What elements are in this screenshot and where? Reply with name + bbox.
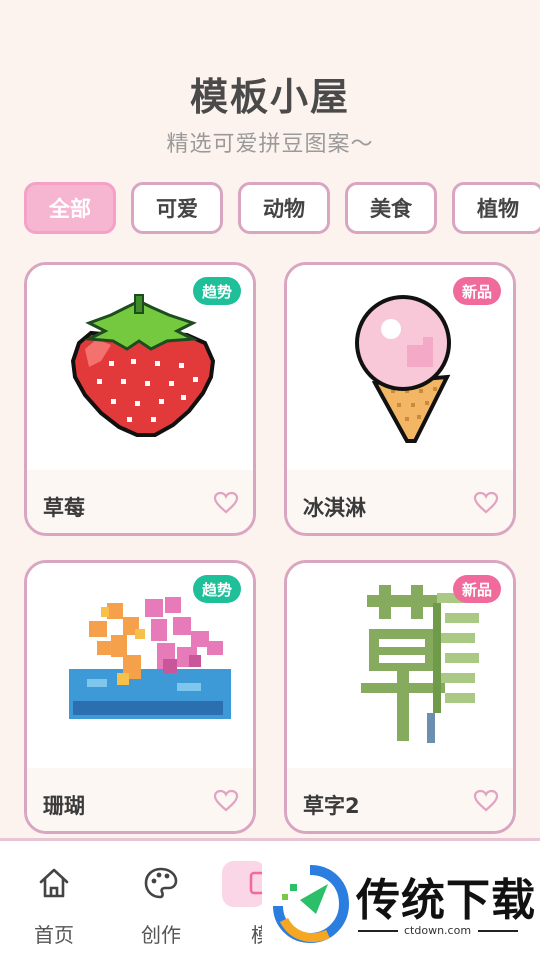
trending-badge: 趋势 — [192, 277, 241, 305]
card-title: 草字2 — [303, 794, 360, 818]
nav-label: 创作 — [141, 923, 181, 947]
heart-icon[interactable] — [473, 788, 499, 814]
trending-badge: 趋势 — [192, 575, 241, 603]
template-card-grass-character[interactable]: 新品 草字2 — [284, 560, 516, 834]
home-icon — [39, 868, 69, 898]
card-title: 珊瑚 — [43, 794, 85, 818]
watermark-divider — [478, 930, 518, 932]
watermark-text: 传统下载 — [356, 875, 536, 926]
tab-animals[interactable]: 动物 — [238, 182, 330, 234]
heart-icon[interactable] — [213, 788, 239, 814]
heart-icon[interactable] — [473, 490, 499, 516]
palette-icon — [144, 867, 178, 899]
template-card-coral[interactable]: 趋势 珊瑚 — [24, 560, 256, 834]
nav-item-home[interactable]: 首页 — [9, 865, 99, 948]
nav-item-create[interactable]: 创作 — [116, 865, 206, 948]
category-tabs: 全部 可爱 动物 美食 植物 — [24, 182, 540, 240]
tab-food[interactable]: 美食 — [345, 182, 437, 234]
watermark-logo-icon — [273, 865, 350, 944]
card-image: 趋势 — [27, 563, 253, 768]
tab-all[interactable]: 全部 — [24, 182, 116, 234]
new-badge: 新品 — [452, 575, 501, 603]
watermark-url: ctdown.com — [404, 924, 472, 937]
tab-plants[interactable]: 植物 — [452, 182, 540, 234]
watermark-divider — [358, 930, 398, 932]
card-image: 新品 — [287, 563, 513, 768]
card-title: 冰淇淋 — [303, 496, 366, 520]
page-title: 模板小屋 — [189, 75, 350, 119]
tab-cute[interactable]: 可爱 — [131, 182, 223, 234]
card-title: 草莓 — [43, 496, 85, 520]
heart-icon[interactable] — [213, 490, 239, 516]
nav-label: 首页 — [34, 923, 74, 947]
template-card-strawberry[interactable]: 趋势 草莓 — [24, 262, 256, 536]
page-subtitle: 精选可爱拼豆图案～ — [166, 132, 374, 157]
new-badge: 新品 — [452, 277, 501, 305]
template-card-ice-cream[interactable]: 新品 冰淇淋 — [284, 262, 516, 536]
card-image: 新品 — [287, 265, 513, 470]
watermark-overlay: 传统下载 ctdown.com — [262, 856, 540, 952]
card-image: 趋势 — [27, 265, 253, 470]
